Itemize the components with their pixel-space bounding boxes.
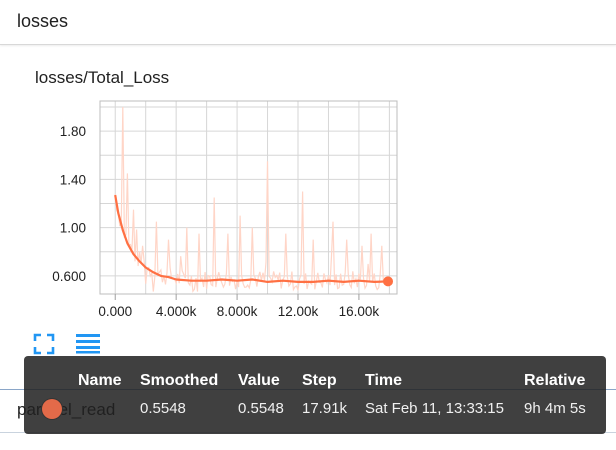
x-tick-label: 4.000k [156, 304, 197, 319]
header-step: Step [302, 372, 337, 389]
data-tooltip: Name Smoothed Value Step Time Relative 0… [24, 356, 606, 434]
value-raw: 0.5548 [238, 400, 284, 417]
fullscreen-icon[interactable] [33, 333, 55, 355]
header-smoothed: Smoothed [140, 372, 219, 389]
raw-series [114, 106, 389, 293]
value-smoothed: 0.5548 [140, 400, 186, 417]
loss-chart[interactable]: 0.600 1.00 1.40 1.80 0.000 4.000k 8.000k 12.00k… [0, 0, 616, 330]
header-relative: Relative [524, 372, 586, 389]
y-tick-label: 1.00 [60, 221, 86, 236]
x-tick-label: 0.000 [98, 304, 132, 319]
raw-series-line [114, 106, 389, 293]
header-value: Value [238, 372, 280, 389]
header-time: Time [365, 372, 403, 389]
chart-axes: 0.600 1.00 1.40 1.80 0.000 4.000k 8.000k 12.00k… [52, 124, 379, 319]
y-tick-label: 0.600 [52, 269, 86, 284]
run-color-dot [42, 399, 62, 419]
x-tick-label: 8.000k [217, 304, 258, 319]
value-time: Sat Feb 11, 13:33:15 [365, 400, 504, 417]
list-lines-icon[interactable] [75, 332, 101, 354]
value-step: 17.91k [302, 400, 348, 417]
y-tick-label: 1.80 [60, 124, 86, 139]
x-tick-label: 12.00k [278, 304, 319, 319]
y-tick-label: 1.40 [60, 172, 86, 187]
hover-point [383, 276, 394, 287]
x-tick-label: 16.00k [339, 304, 380, 319]
value-relative: 9h 4m 5s [524, 400, 586, 417]
header-name: Name [78, 372, 122, 389]
